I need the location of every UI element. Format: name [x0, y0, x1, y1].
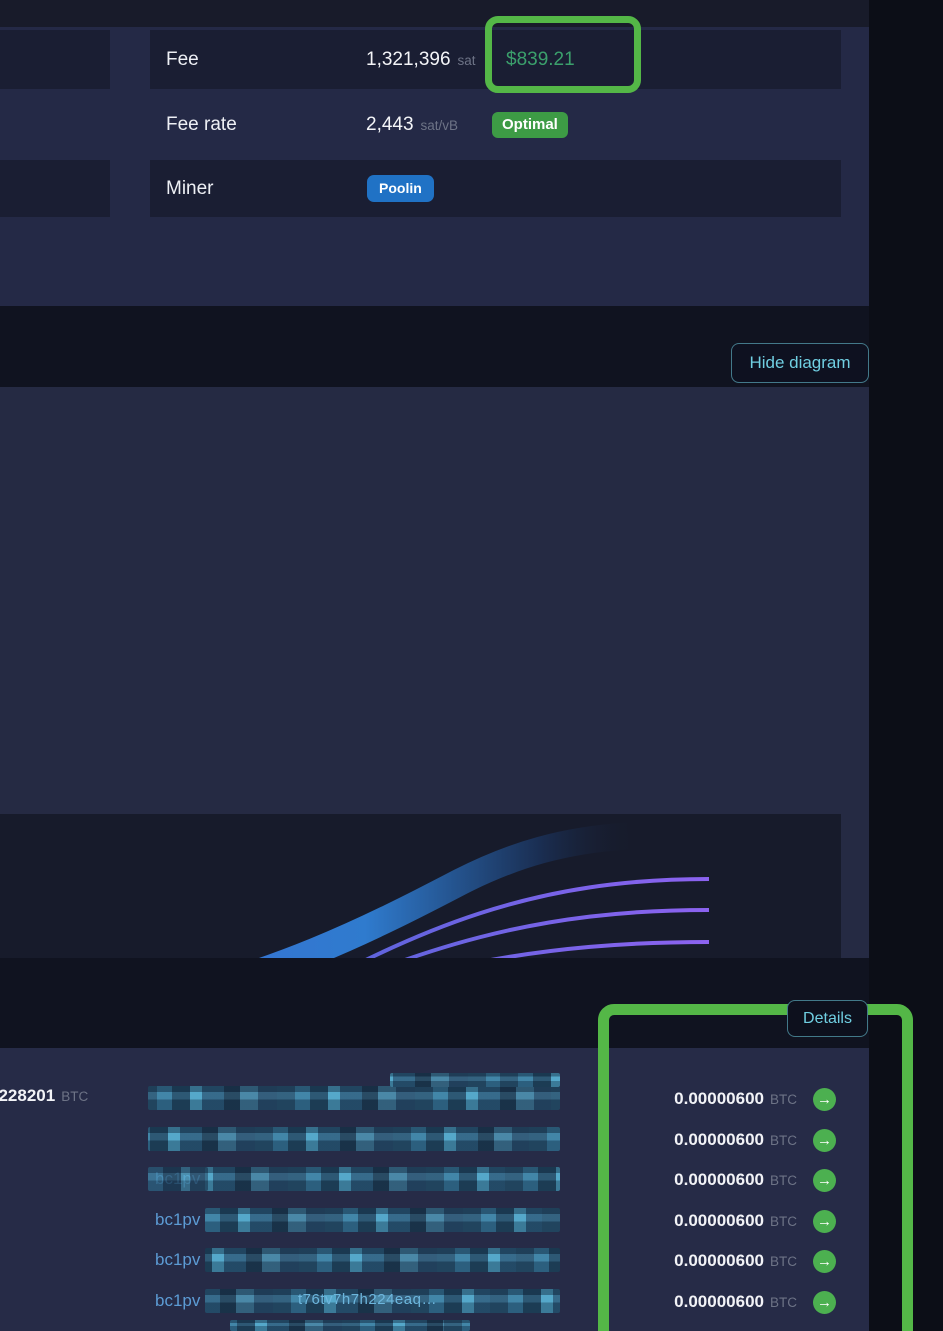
fee-label: Fee	[150, 49, 199, 71]
btc-unit: BTC	[770, 1214, 797, 1229]
hide-diagram-button[interactable]: Hide diagram	[731, 343, 869, 383]
fee-rate-label: Fee rate	[150, 114, 237, 136]
input-address-row: bc1pv	[148, 1208, 560, 1232]
left-table-row-fragment	[0, 160, 110, 217]
output-arrow-icon[interactable]: →	[813, 1088, 836, 1111]
output-row: 0.00000600 BTC →	[560, 1290, 836, 1314]
input-address-row: bc1pv t76tv7h7h224eaq…	[148, 1289, 560, 1313]
input-address-row	[148, 1127, 560, 1151]
miner-label: Miner	[150, 178, 214, 200]
flow-diagram-card	[0, 387, 869, 958]
satvb-unit: sat/vB	[421, 118, 459, 133]
fee-details-card: Fee 1,321,396 sat $839.21 Fee rate 2,443…	[0, 0, 869, 306]
output-arrow-icon[interactable]: →	[813, 1210, 836, 1233]
input-address-row: bc1pv	[148, 1248, 560, 1272]
btc-unit: BTC	[770, 1092, 797, 1107]
output-row: 0.00000600 BTC →	[560, 1128, 836, 1152]
output-arrow-icon[interactable]: →	[813, 1250, 836, 1273]
blurred-address	[390, 1073, 560, 1087]
sat-unit: sat	[458, 53, 476, 68]
miner-row: Miner Poolin	[150, 160, 841, 217]
address-link[interactable]: bc1pv	[155, 1289, 200, 1313]
output-row: 0.00000600 BTC →	[560, 1249, 836, 1273]
output-arrow-icon[interactable]: →	[813, 1169, 836, 1192]
blurred-address	[205, 1208, 560, 1232]
address-link[interactable]: bc1pv	[155, 1208, 200, 1232]
blurred-address	[148, 1086, 560, 1110]
input-address-row: bc1pv	[148, 1167, 560, 1191]
blurred-address	[148, 1127, 560, 1151]
btc-unit: BTC	[61, 1089, 88, 1104]
fee-fiat-value: $839.21	[506, 49, 575, 71]
blurred-address	[205, 1248, 560, 1272]
btc-unit: BTC	[770, 1295, 797, 1310]
transaction-page: Fee 1,321,396 sat $839.21 Fee rate 2,443…	[0, 0, 943, 1331]
section-divider-strip	[0, 958, 869, 1048]
output-amount: 0.00000600	[674, 1130, 764, 1150]
output-amount: 0.00000600	[674, 1292, 764, 1312]
btc-unit: BTC	[770, 1133, 797, 1148]
left-table-row-fragment	[0, 30, 110, 89]
details-button[interactable]: Details	[787, 1000, 868, 1037]
output-amount: 0.00000600	[674, 1211, 764, 1231]
output-row: 0.00000600 BTC →	[560, 1087, 836, 1111]
card-top-divider	[0, 0, 869, 27]
fee-row: Fee 1,321,396 sat $839.21	[150, 30, 841, 89]
input-address-row	[148, 1086, 560, 1110]
address-link[interactable]: bc1pv	[155, 1248, 200, 1272]
blurred-address	[230, 1320, 470, 1331]
btc-unit: BTC	[770, 1173, 797, 1188]
poolin-badge[interactable]: Poolin	[367, 175, 434, 202]
output-amount: 0.00000600	[674, 1089, 764, 1109]
address-fragment[interactable]: t76tv7h7h224eaq…	[298, 1291, 437, 1308]
output-amount: 0.00000600	[674, 1251, 764, 1271]
btc-unit: BTC	[770, 1254, 797, 1269]
blurred-address	[148, 1167, 208, 1191]
output-arrow-icon[interactable]: →	[813, 1129, 836, 1152]
fee-value: 1,321,396 sat	[366, 49, 476, 71]
output-row: 0.00000600 BTC →	[560, 1209, 836, 1233]
fee-rate-value: 2,443 sat/vB	[366, 114, 458, 136]
optimal-badge: Optimal	[492, 112, 568, 138]
output-amount: 0.00000600	[674, 1170, 764, 1190]
blurred-address	[205, 1167, 560, 1191]
fee-rate-row: Fee rate 2,443 sat/vB Optimal	[150, 96, 841, 153]
output-row: 0.00000600 BTC →	[560, 1168, 836, 1192]
output-arrow-icon[interactable]: →	[813, 1291, 836, 1314]
input-total-amount: 3228201BTC	[0, 1086, 88, 1106]
